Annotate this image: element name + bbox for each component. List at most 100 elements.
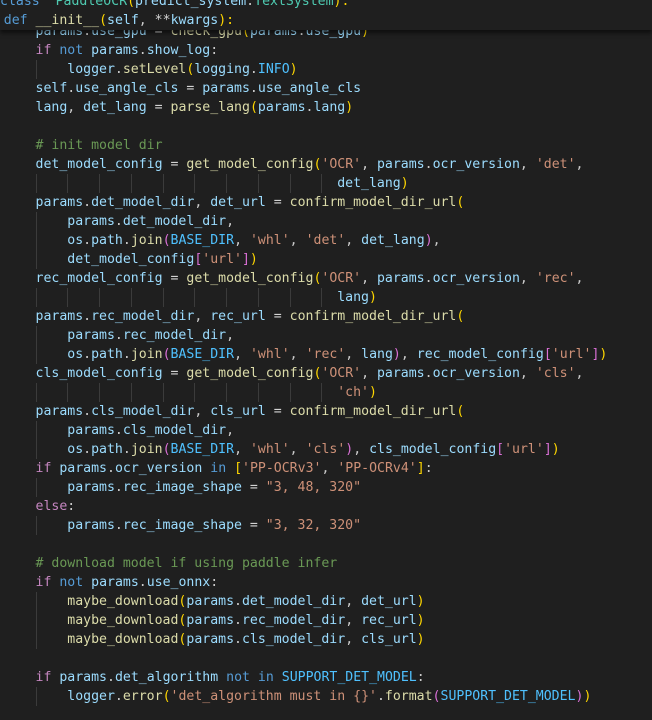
code-token: params — [67, 423, 115, 438]
code-token: ) — [583, 689, 592, 704]
lines-line[interactable]: params.rec_image_shape = "3, 48, 320" — [0, 478, 652, 497]
lines-line[interactable]: maybe_download(params.cls_model_dir, cls… — [0, 630, 652, 649]
code-token: SUPPORT_DET_MODEL — [440, 689, 576, 704]
code-token: rec_model_config — [35, 271, 163, 286]
code-token: = — [265, 195, 290, 210]
lines-line[interactable]: params.rec_model_dir, — [0, 326, 652, 345]
code-token: : — [210, 43, 219, 58]
code-token: ) — [416, 632, 425, 647]
lines-line[interactable]: maybe_download(params.rec_model_dir, rec… — [0, 611, 652, 630]
code-token: , — [575, 271, 584, 286]
code-token: . — [114, 328, 123, 343]
lines-line[interactable]: params.cls_model_dir, cls_url = confirm_… — [0, 402, 652, 421]
code-token: , — [321, 461, 338, 476]
code-token: logger — [67, 689, 115, 704]
code-token: . — [114, 480, 123, 495]
code-token: . — [122, 233, 131, 248]
code-token: 'PP-OCRv4' — [337, 461, 417, 476]
code-token: , — [400, 347, 417, 362]
code-token: . — [424, 271, 433, 286]
code-token: det_lang — [361, 233, 425, 248]
lines-line[interactable]: params.det_model_dir, det_url = confirm_… — [0, 193, 652, 212]
lines-line[interactable] — [0, 535, 652, 554]
code-token: : — [210, 575, 219, 590]
lines-line[interactable]: rec_model_config = get_model_config('OCR… — [0, 269, 652, 288]
code-token: self — [107, 13, 139, 28]
lines-line[interactable]: # init model dir — [0, 136, 652, 155]
code-token: not — [59, 43, 84, 58]
code-token: logger — [67, 62, 115, 77]
sticky-scroll-line[interactable]: class PaddleOCR(predict_system.TextSyste… — [0, 0, 652, 11]
lines-line[interactable]: params.rec_model_dir, rec_url = confirm_… — [0, 307, 652, 326]
code-token: ) — [416, 613, 425, 628]
code-editor[interactable]: params.use_gpu = check_gpu(params.use_gp… — [0, 0, 652, 720]
code-token: ] — [241, 252, 250, 267]
code-token: , — [575, 157, 584, 172]
code-token: 'url' — [202, 252, 242, 267]
code-token: , — [361, 366, 377, 381]
code-token: 'OCR' — [321, 366, 362, 381]
lines-line[interactable]: 'ch') — [0, 383, 652, 402]
code-token: ( — [162, 347, 171, 362]
code-token: ( — [432, 689, 441, 704]
code-token: , — [575, 366, 584, 381]
lines-line[interactable]: params.det_model_dir, — [0, 212, 652, 231]
lines-line[interactable]: logger.setLevel(logging.INFO) — [0, 60, 652, 79]
code-token: confirm_model_dir_url — [289, 404, 457, 419]
code-token: error — [122, 689, 163, 704]
lines-line[interactable] — [0, 649, 652, 668]
code-token: , — [226, 214, 235, 229]
code-token: params — [202, 81, 250, 96]
lines-line[interactable]: self.use_angle_cls = params.use_angle_cl… — [0, 79, 652, 98]
code-token: , — [345, 632, 362, 647]
code-token: predict_system — [135, 0, 247, 9]
code-token: params — [376, 271, 425, 286]
sticky-scroll-line[interactable]: def __init__(self, **kwargs): — [0, 11, 652, 30]
lines-line[interactable]: cls_model_config = get_model_config('OCR… — [0, 364, 652, 383]
lines-line[interactable]: params.rec_image_shape = "3, 32, 320" — [0, 516, 652, 535]
code-token: 'url' — [551, 347, 592, 362]
lines-line[interactable]: if not params.show_log: — [0, 41, 652, 60]
code-token: ( — [162, 233, 171, 248]
code-token: , — [194, 195, 211, 210]
code-token: else — [35, 499, 68, 514]
lines-line[interactable]: os.path.join(BASE_DIR, 'whl', 'det', det… — [0, 231, 652, 250]
code-token: , — [234, 233, 250, 248]
lines-line[interactable]: det_model_config['url']) — [0, 250, 652, 269]
code-token: lang — [313, 100, 346, 115]
code-token: . — [122, 347, 131, 362]
lines-line[interactable]: else: — [0, 497, 652, 516]
lines-line[interactable]: logger.error('det_algorithm must in {}'.… — [0, 687, 652, 706]
code-token: ) — [289, 62, 298, 77]
lines-line[interactable]: lang, det_lang = parse_lang(params.lang) — [0, 98, 652, 117]
lines-line[interactable]: if not params.use_onnx: — [0, 573, 652, 592]
code-token: ): — [333, 0, 350, 9]
code-token: ) — [400, 176, 409, 191]
lines-line[interactable]: params.cls_model_dir, — [0, 421, 652, 440]
lines-line[interactable]: os.path.join(BASE_DIR, 'whl', 'rec', lan… — [0, 345, 652, 364]
code-token: , — [194, 404, 211, 419]
code-token: ocr_version — [432, 366, 520, 381]
code-token: 'det' — [535, 157, 576, 172]
lines-line[interactable]: # download model if using paddle infer — [0, 554, 652, 573]
code-token: . — [234, 613, 242, 628]
code-token: params — [91, 43, 139, 58]
lines-line[interactable]: if params.det_algorithm not in SUPPORT_D… — [0, 668, 652, 687]
lines-line[interactable]: if params.ocr_version in ['PP-OCRv3', 'P… — [0, 459, 652, 478]
lines-line[interactable]: os.path.join(BASE_DIR, 'whl', 'cls'), cl… — [0, 440, 652, 459]
lines-line[interactable] — [0, 117, 652, 136]
lines-line[interactable]: det_lang) — [0, 174, 652, 193]
lines-line[interactable]: det_model_config = get_model_config('OCR… — [0, 155, 652, 174]
code-token: ocr_version — [432, 157, 520, 172]
code-token: , — [345, 594, 362, 609]
lines-line[interactable]: lang) — [0, 288, 652, 307]
code-token: ) — [368, 290, 377, 305]
code-token: , — [345, 233, 362, 248]
code-token: BASE_DIR — [170, 233, 235, 248]
code-token: os — [67, 442, 84, 457]
lines-line[interactable]: maybe_download(params.det_model_dir, det… — [0, 592, 652, 611]
sticky-scroll-header[interactable]: class PaddleOCR(predict_system.TextSyste… — [0, 0, 652, 30]
code-token: BASE_DIR — [170, 442, 235, 457]
